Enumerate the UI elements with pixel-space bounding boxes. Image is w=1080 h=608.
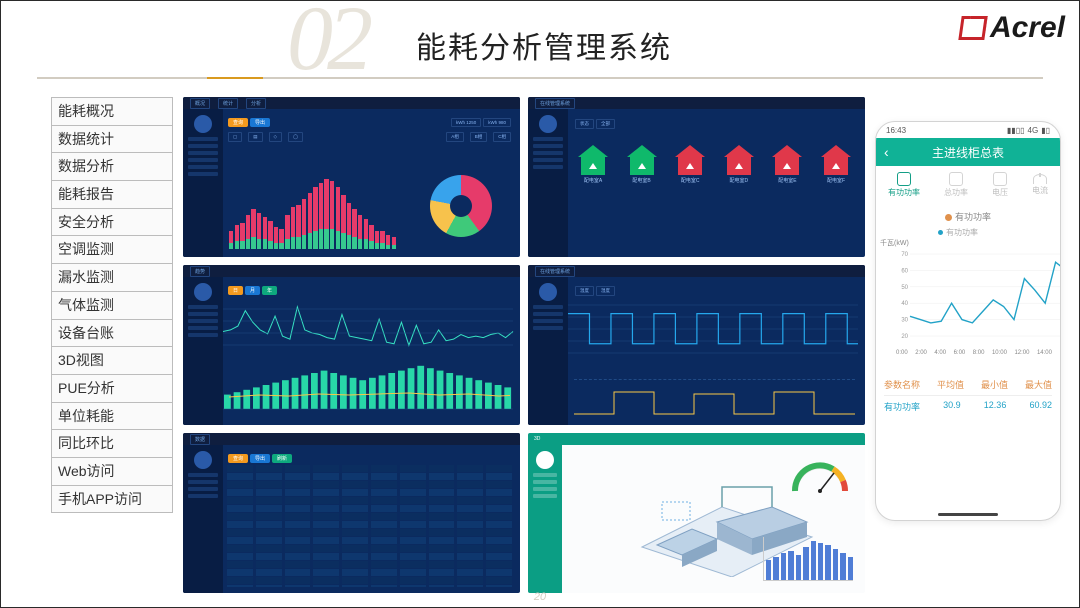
screenshot-3d-view: 3D bbox=[528, 433, 865, 593]
gauge-chart bbox=[789, 457, 851, 497]
tab-icon bbox=[949, 172, 963, 186]
house-icon bbox=[675, 145, 705, 175]
screenshot-square-wave: 在线管理系统 温度湿度 bbox=[528, 265, 865, 425]
menu-item: 能耗概况 bbox=[51, 98, 173, 126]
menu-item: 3D视图 bbox=[51, 347, 173, 375]
donut-chart bbox=[430, 175, 492, 237]
phone-status-bar: 16:43 ▮▮▯▯ 4G ▮▯ bbox=[876, 122, 1060, 138]
menu-item: 同比环比 bbox=[51, 430, 173, 458]
menu-item: PUE分析 bbox=[51, 375, 173, 403]
svg-text:50: 50 bbox=[901, 285, 908, 291]
phone-title: 主进线柜总表 bbox=[932, 144, 1004, 161]
house-icon bbox=[724, 145, 754, 175]
house-icon bbox=[772, 145, 802, 175]
slide: 02 能耗分析管理系统 Acrel 能耗概况 数据统计 数据分析 能耗报告 安全… bbox=[0, 0, 1080, 608]
brand-name: Acrel bbox=[990, 11, 1065, 45]
screenshot-data-table: 数据 查询导出刷新 bbox=[183, 433, 520, 593]
menu-item: 漏水监测 bbox=[51, 264, 173, 292]
mini-bar-chart bbox=[763, 537, 853, 581]
chart-series-legend: 有功功率 bbox=[876, 227, 1060, 238]
slide-title: 能耗分析管理系统 bbox=[416, 23, 672, 67]
phone-tab[interactable]: 电流 bbox=[1032, 174, 1048, 198]
svg-text:20: 20 bbox=[901, 334, 908, 340]
signal-icon: ▮▮▯▯ bbox=[1007, 126, 1025, 135]
svg-text:40: 40 bbox=[901, 301, 908, 307]
screenshot-sidebar bbox=[183, 109, 223, 257]
screenshot-trend: 趋势 日月年 bbox=[183, 265, 520, 425]
svg-text:60: 60 bbox=[901, 268, 908, 274]
spiky-line-chart bbox=[223, 299, 516, 357]
phone-tabs: 有功功率 总功率 电压 电流 bbox=[876, 166, 1060, 206]
brand-mark-icon bbox=[958, 16, 987, 40]
screenshot-room-status: 在线管理系统 状态全部 配电室A 配电室B 配电室C 配电室D 配电室E 配电室… bbox=[528, 97, 865, 257]
menu-item: 能耗报告 bbox=[51, 181, 173, 209]
phone-title-bar: ‹ 主进线柜总表 bbox=[876, 138, 1060, 166]
slide-number: 20 bbox=[534, 591, 546, 603]
screenshot-energy-overview: 概况统计分析 查询导出 kWh 1250kWh 980 ▢▤◇◯ A相B相C相 bbox=[183, 97, 520, 257]
svg-text:70: 70 bbox=[901, 252, 908, 258]
menu-item: 手机APP访问 bbox=[51, 486, 173, 514]
menu-item: Web访问 bbox=[51, 458, 173, 486]
phone-mockup: 16:43 ▮▮▯▯ 4G ▮▯ ‹ 主进线柜总表 有功功率 总功率 电压 电流… bbox=[875, 121, 1061, 521]
slide-header: 02 能耗分析管理系统 Acrel bbox=[1, 1, 1079, 83]
menu-item: 安全分析 bbox=[51, 209, 173, 237]
svg-text:30: 30 bbox=[901, 318, 908, 324]
avatar-icon bbox=[194, 115, 212, 133]
house-status-row: 配电室A 配电室B 配电室C 配电室D 配电室E 配电室F bbox=[578, 145, 851, 184]
chart-title: 有功功率 bbox=[876, 210, 1060, 223]
phone-tab[interactable]: 电压 bbox=[992, 172, 1008, 200]
menu-item: 气体监测 bbox=[51, 292, 173, 320]
house-icon bbox=[627, 145, 657, 175]
data-table bbox=[227, 465, 512, 587]
stacked-bar-chart bbox=[229, 179, 396, 249]
menu-item: 单位耗能 bbox=[51, 403, 173, 431]
step-line-chart bbox=[568, 299, 861, 367]
dot-icon bbox=[938, 230, 943, 235]
status-time: 16:43 bbox=[886, 126, 906, 135]
battery-icon: ▮▯ bbox=[1041, 126, 1050, 135]
menu-item: 数据分析 bbox=[51, 153, 173, 181]
phone-tab[interactable]: 总功率 bbox=[944, 172, 968, 200]
screenshot-tabbar: 概况统计分析 bbox=[183, 97, 520, 109]
house-icon bbox=[578, 145, 608, 175]
slide-body: 能耗概况 数据统计 数据分析 能耗报告 安全分析 空调监测 漏水监测 气体监测 … bbox=[51, 97, 1061, 593]
phone-line-chart: 千瓦(kW) 706050403020 0:002:004:006:008:00… bbox=[876, 240, 1060, 370]
tab-icon bbox=[1033, 174, 1047, 184]
menu-item: 空调监测 bbox=[51, 236, 173, 264]
screenshots-grid: 概况统计分析 查询导出 kWh 1250kWh 980 ▢▤◇◯ A相B相C相 bbox=[183, 97, 865, 593]
house-icon bbox=[821, 145, 851, 175]
header-rule bbox=[37, 77, 1043, 79]
tab-icon bbox=[993, 172, 1007, 186]
home-indicator bbox=[938, 513, 998, 516]
feature-menu: 能耗概况 数据统计 数据分析 能耗报告 安全分析 空调监测 漏水监测 气体监测 … bbox=[51, 97, 173, 593]
phone-stats-table: 参数名称 平均值 最小值 最大值 有功功率 30.9 12.36 60.92 bbox=[884, 374, 1052, 417]
back-icon[interactable]: ‹ bbox=[884, 144, 889, 160]
menu-item: 设备台账 bbox=[51, 320, 173, 348]
brand-logo: Acrel bbox=[960, 11, 1065, 45]
tab-icon bbox=[897, 172, 911, 186]
phone-tab[interactable]: 有功功率 bbox=[888, 172, 920, 200]
dot-icon bbox=[945, 214, 952, 221]
menu-item: 数据统计 bbox=[51, 126, 173, 154]
network-label: 4G bbox=[1028, 126, 1039, 135]
